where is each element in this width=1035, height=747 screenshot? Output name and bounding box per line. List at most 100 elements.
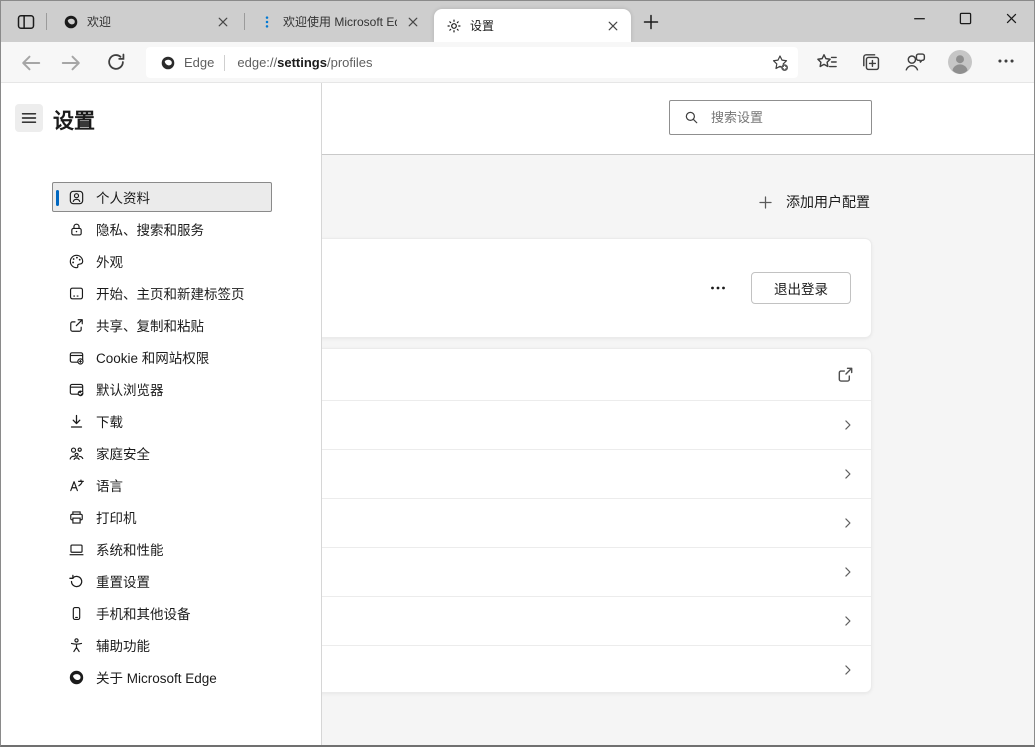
toolbar: Edge edge://settings/profiles bbox=[1, 42, 1034, 83]
browser-check-icon bbox=[68, 381, 85, 398]
browser-menu-button[interactable] bbox=[995, 50, 1019, 74]
maximize-icon bbox=[957, 10, 974, 27]
collections-button[interactable] bbox=[859, 50, 883, 74]
family-icon bbox=[68, 445, 85, 462]
phone-icon bbox=[68, 605, 85, 622]
tab-3[interactable]: 设置 bbox=[434, 9, 631, 42]
new-tab-button[interactable] bbox=[639, 10, 663, 34]
add-favorite-icon[interactable] bbox=[770, 53, 790, 73]
forward-button[interactable] bbox=[59, 51, 83, 75]
sidebar-item-4[interactable]: 开始、主页和新建标签页 bbox=[52, 278, 272, 308]
refresh-icon bbox=[105, 51, 127, 73]
back-arrow-icon bbox=[19, 51, 43, 75]
sidebar-item-7[interactable]: 默认浏览器 bbox=[52, 374, 272, 404]
sidebar-item-5[interactable]: 共享、复制和粘贴 bbox=[52, 310, 272, 340]
sidebar-item-6[interactable]: Cookie 和网站权限 bbox=[52, 342, 272, 372]
forward-arrow-icon bbox=[59, 51, 83, 75]
minimize-button[interactable] bbox=[896, 1, 942, 35]
printer-icon bbox=[68, 509, 85, 526]
reset-icon bbox=[68, 573, 85, 590]
search-icon bbox=[684, 110, 699, 125]
sidebar-item-3[interactable]: 外观 bbox=[52, 246, 272, 276]
sidebar-item-label: Cookie 和网站权限 bbox=[96, 347, 209, 367]
close-icon bbox=[1003, 10, 1020, 27]
favorites-button[interactable] bbox=[815, 50, 839, 74]
tab-separator bbox=[244, 13, 245, 30]
tab-layout-icon bbox=[16, 12, 36, 32]
settings-sidebar: 设置 个人资料 隐私、搜索和服务 外观 开始、主页和新建标签页 共享、复制和粘贴… bbox=[1, 83, 322, 747]
gear-icon bbox=[446, 18, 462, 34]
sidebar-item-14[interactable]: 手机和其他设备 bbox=[52, 598, 272, 628]
menu-toggle-button[interactable] bbox=[15, 104, 43, 132]
sidebar-nav: 个人资料 隐私、搜索和服务 外观 开始、主页和新建标签页 共享、复制和粘贴 Co… bbox=[52, 182, 272, 694]
lock-icon bbox=[68, 221, 85, 238]
close-icon[interactable] bbox=[405, 14, 421, 30]
star-list-icon bbox=[815, 50, 839, 74]
tab-layout-icon[interactable] bbox=[14, 10, 38, 34]
settings-search-box[interactable] bbox=[669, 100, 872, 135]
sign-out-button[interactable]: 退出登录 bbox=[751, 272, 851, 304]
tab-1[interactable]: 欢迎 bbox=[51, 1, 241, 42]
page-title: 设置 bbox=[53, 105, 95, 135]
sidebar-item-8[interactable]: 下载 bbox=[52, 406, 272, 436]
sidebar-item-1[interactable]: 个人资料 bbox=[52, 182, 272, 212]
chevron-right-icon bbox=[841, 467, 855, 481]
sidebar-item-16[interactable]: 关于 Microsoft Edge bbox=[52, 662, 272, 692]
edge-logo-icon bbox=[63, 14, 79, 30]
address-bar[interactable]: Edge edge://settings/profiles bbox=[146, 47, 798, 78]
chevron-right-icon bbox=[841, 516, 855, 530]
dots-horizontal-icon bbox=[708, 278, 728, 298]
edge-logo-icon bbox=[160, 55, 176, 71]
blue-dots-icon bbox=[259, 14, 275, 30]
plus-icon bbox=[757, 194, 774, 211]
sidebar-item-label: 外观 bbox=[96, 251, 123, 271]
share-icon bbox=[68, 317, 85, 334]
sidebar-item-10[interactable]: 语言 bbox=[52, 470, 272, 500]
tab-bar: 欢迎 欢迎使用 Microsoft Edg 设置 bbox=[1, 1, 1034, 42]
chip-divider bbox=[224, 55, 225, 71]
edge-logo-icon bbox=[68, 669, 85, 686]
back-button[interactable] bbox=[19, 51, 43, 75]
sidebar-item-9[interactable]: 家庭安全 bbox=[52, 438, 272, 468]
maximize-button[interactable] bbox=[942, 1, 988, 35]
people-chat-icon bbox=[903, 50, 927, 74]
tab-title: 设置 bbox=[470, 17, 597, 34]
chevron-right-icon bbox=[841, 418, 855, 432]
sidebar-header: 设置 bbox=[1, 83, 321, 155]
sidebar-item-15[interactable]: 辅助功能 bbox=[52, 630, 272, 660]
palette-icon bbox=[68, 253, 85, 270]
sidebar-item-label: 家庭安全 bbox=[96, 443, 150, 463]
tab-separator bbox=[46, 13, 47, 30]
sidebar-item-label: 下载 bbox=[96, 411, 123, 431]
sidebar-item-label: 默认浏览器 bbox=[96, 379, 164, 399]
dots-horizontal-icon bbox=[995, 50, 1017, 72]
url-host: settings bbox=[277, 55, 327, 70]
profile-more-button[interactable] bbox=[708, 276, 732, 300]
settings-search-input[interactable] bbox=[711, 110, 861, 125]
feedback-button[interactable] bbox=[903, 50, 927, 74]
add-profile-button[interactable]: 添加用户配置 bbox=[757, 192, 870, 212]
sidebar-item-label: 关于 Microsoft Edge bbox=[96, 667, 217, 687]
sidebar-item-label: 语言 bbox=[96, 475, 123, 495]
site-chip-label: Edge bbox=[184, 55, 214, 70]
sidebar-item-2[interactable]: 隐私、搜索和服务 bbox=[52, 214, 272, 244]
minimize-icon bbox=[911, 10, 928, 27]
close-button[interactable] bbox=[988, 1, 1034, 35]
close-icon[interactable] bbox=[215, 14, 231, 30]
selected-accent-bar bbox=[56, 190, 59, 206]
close-icon[interactable] bbox=[605, 18, 621, 34]
accessibility-icon bbox=[68, 637, 85, 654]
refresh-button[interactable] bbox=[105, 51, 129, 75]
cookie-permission-icon bbox=[68, 349, 85, 366]
tab-title: 欢迎 bbox=[87, 13, 207, 30]
tab-2[interactable]: 欢迎使用 Microsoft Edg bbox=[247, 1, 431, 42]
sidebar-item-11[interactable]: 打印机 bbox=[52, 502, 272, 532]
url-text: edge://settings/profiles bbox=[237, 55, 770, 70]
start-page-icon bbox=[68, 285, 85, 302]
profile-avatar[interactable] bbox=[947, 49, 971, 73]
sidebar-item-label: 辅助功能 bbox=[96, 635, 150, 655]
browser-window: 欢迎 欢迎使用 Microsoft Edg 设置 Edge edge://set… bbox=[0, 0, 1035, 747]
sidebar-item-12[interactable]: 系统和性能 bbox=[52, 534, 272, 564]
sidebar-item-13[interactable]: 重置设置 bbox=[52, 566, 272, 596]
external-link-icon bbox=[836, 365, 855, 384]
